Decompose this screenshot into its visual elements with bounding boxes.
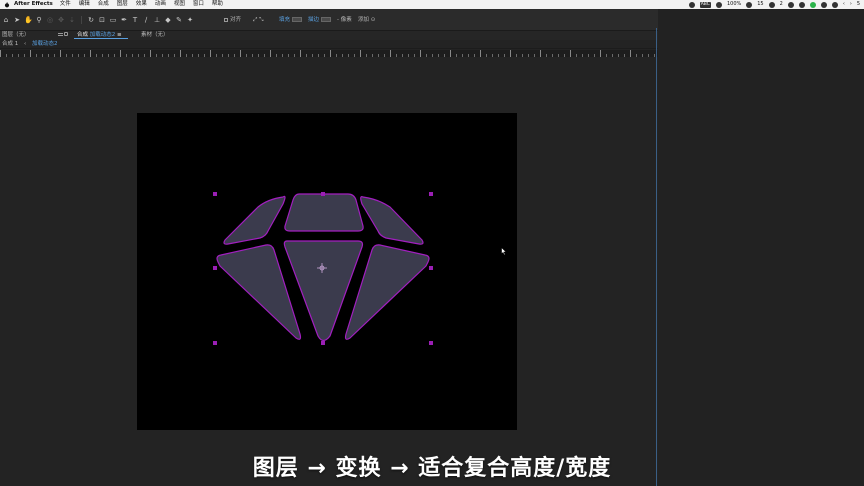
mouse-cursor-icon bbox=[501, 247, 507, 256]
handle-bottom-left bbox=[213, 341, 217, 345]
handle-middle-right bbox=[429, 266, 433, 270]
subtitle-caption: 图层 → 变换 → 适合复合高度/宽度 bbox=[252, 456, 612, 481]
diamond-facet-bottom-left bbox=[216, 244, 302, 340]
handle-bottom-right bbox=[429, 341, 433, 345]
handle-middle-left bbox=[213, 266, 217, 270]
handle-top-left bbox=[213, 192, 217, 196]
diamond-facet-top-right bbox=[360, 196, 424, 245]
diamond-shape-layer[interactable] bbox=[0, 0, 864, 486]
handle-top-center bbox=[321, 192, 325, 196]
diamond-facet-top-left bbox=[223, 195, 286, 245]
diamond-facet-top-center bbox=[284, 193, 364, 232]
handle-bottom-center bbox=[321, 341, 325, 345]
handle-top-right bbox=[429, 192, 433, 196]
